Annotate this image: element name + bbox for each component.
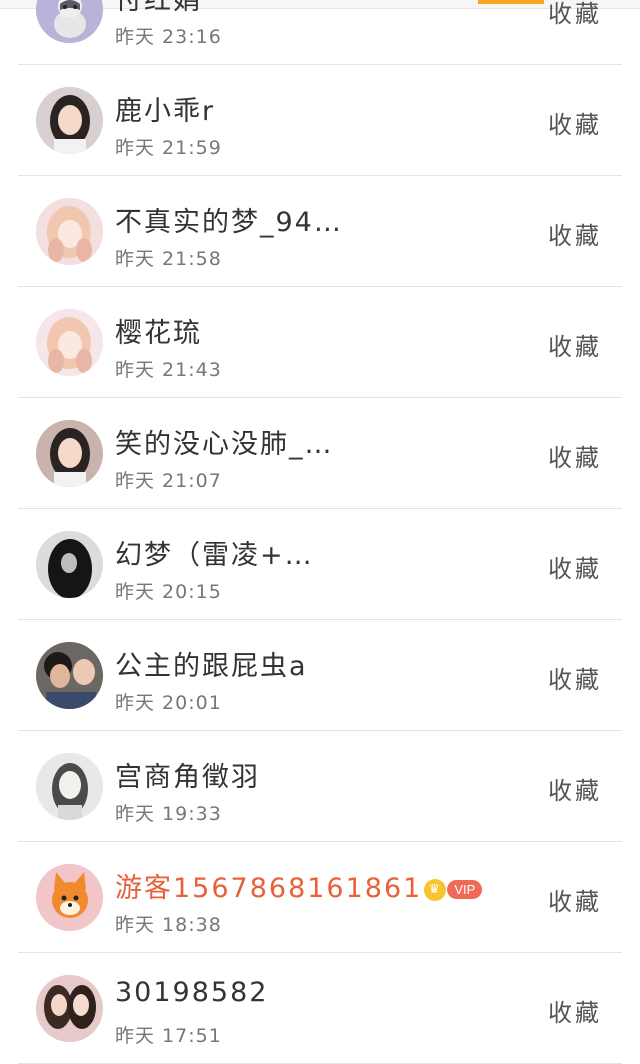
couple-photo-avatar[interactable]: [36, 642, 103, 709]
list-item[interactable]: 游客1567868161861 ♛ VIP 昨天 18:38 收藏: [0, 842, 640, 953]
list-item[interactable]: 笑的没心没肺_… 昨天 21:07 收藏: [0, 398, 640, 509]
user-list: 付红娟昨天 23:16 收藏 鹿小乖r 昨天 21:59 收藏 不真实的梦_94… 昨天…: [0, 0, 640, 1064]
favorite-button[interactable]: 收藏: [548, 882, 602, 917]
timestamp: 昨天 20:01: [115, 692, 222, 714]
user-name[interactable]: 游客1567868161861 ♛ VIP: [115, 866, 483, 905]
list-item[interactable]: 30198582 昨天 17:51 收藏: [0, 953, 640, 1064]
user-name-text: 公主的跟屁虫a: [115, 651, 308, 682]
timestamp: 昨天 23:16: [115, 26, 222, 48]
user-name-text: 不真实的梦_94…: [115, 207, 343, 238]
user-name[interactable]: 付红娟: [115, 0, 202, 17]
user-name-text: 游客1567868161861: [115, 873, 423, 904]
user-name-text: 幻梦（雷凌+…: [115, 540, 314, 571]
user-name[interactable]: 不真实的梦_94…: [115, 200, 343, 239]
list-item[interactable]: 樱花琉昨天 21:43 收藏: [0, 287, 640, 398]
user-name[interactable]: 30198582: [115, 977, 268, 1008]
list-item[interactable]: 鹿小乖r 昨天 21:59 收藏: [0, 65, 640, 176]
dark-photo-avatar[interactable]: [36, 531, 103, 598]
timestamp: 昨天 19:33: [115, 803, 222, 825]
user-name[interactable]: 幻梦（雷凌+…: [115, 533, 314, 572]
crown-icon: ♛: [424, 878, 447, 901]
timestamp: 昨天 21:59: [115, 137, 222, 159]
user-name-text: 樱花琉: [115, 318, 202, 349]
two-girls-photo-avatar[interactable]: [36, 975, 103, 1042]
list-item[interactable]: 不真实的梦_94… 昨天 21:58 收藏: [0, 176, 640, 287]
user-name[interactable]: 宫商角徵羽: [115, 755, 260, 794]
user-name[interactable]: 公主的跟屁虫a: [115, 644, 308, 683]
girl-photo-avatar[interactable]: [36, 87, 103, 154]
favorite-button[interactable]: 收藏: [548, 660, 602, 695]
timestamp: 昨天 20:15: [115, 581, 222, 603]
user-name-text: 付红娟: [115, 0, 202, 16]
girl-photo-avatar[interactable]: [36, 420, 103, 487]
favorite-button[interactable]: 收藏: [548, 105, 602, 140]
timestamp: 昨天 21:58: [115, 248, 222, 270]
list-item[interactable]: 付红娟昨天 23:16 收藏: [0, 0, 640, 65]
user-name-text: 鹿小乖r: [115, 96, 216, 127]
favorite-button[interactable]: 收藏: [548, 771, 602, 806]
favorite-button[interactable]: 收藏: [548, 993, 602, 1028]
user-name[interactable]: 樱花琉: [115, 311, 202, 350]
fox-cartoon-avatar[interactable]: [36, 864, 103, 931]
vip-badges: ♛ VIP: [424, 878, 483, 901]
user-name-text: 宫商角徵羽: [115, 762, 260, 793]
list-item[interactable]: 公主的跟屁虫a 昨天 20:01 收藏: [0, 620, 640, 731]
anime-girl-avatar[interactable]: [36, 198, 103, 265]
timestamp: 昨天 21:43: [115, 359, 222, 381]
favorite-button[interactable]: 收藏: [548, 327, 602, 362]
user-name[interactable]: 鹿小乖r: [115, 89, 215, 128]
cat-avatar[interactable]: [36, 0, 103, 43]
user-name[interactable]: 笑的没心没肺_…: [115, 422, 334, 461]
timestamp: 昨天 18:38: [115, 914, 222, 936]
user-name-text: 30198582: [115, 977, 269, 1008]
anime-girl-avatar[interactable]: [36, 309, 103, 376]
favorite-button[interactable]: 收藏: [548, 216, 602, 251]
list-item[interactable]: 宫商角徵羽昨天 19:33 收藏: [0, 731, 640, 842]
list-item[interactable]: 幻梦（雷凌+… 昨天 20:15 收藏: [0, 509, 640, 620]
user-name-text: 笑的没心没肺_…: [115, 429, 334, 460]
favorite-button[interactable]: 收藏: [548, 0, 602, 29]
sketch-girl-avatar[interactable]: [36, 753, 103, 820]
vip-badge: VIP: [447, 880, 483, 899]
favorite-button[interactable]: 收藏: [548, 438, 602, 473]
timestamp: 昨天 21:07: [115, 470, 222, 492]
favorite-button[interactable]: 收藏: [548, 549, 602, 584]
timestamp: 昨天 17:51: [115, 1025, 222, 1047]
